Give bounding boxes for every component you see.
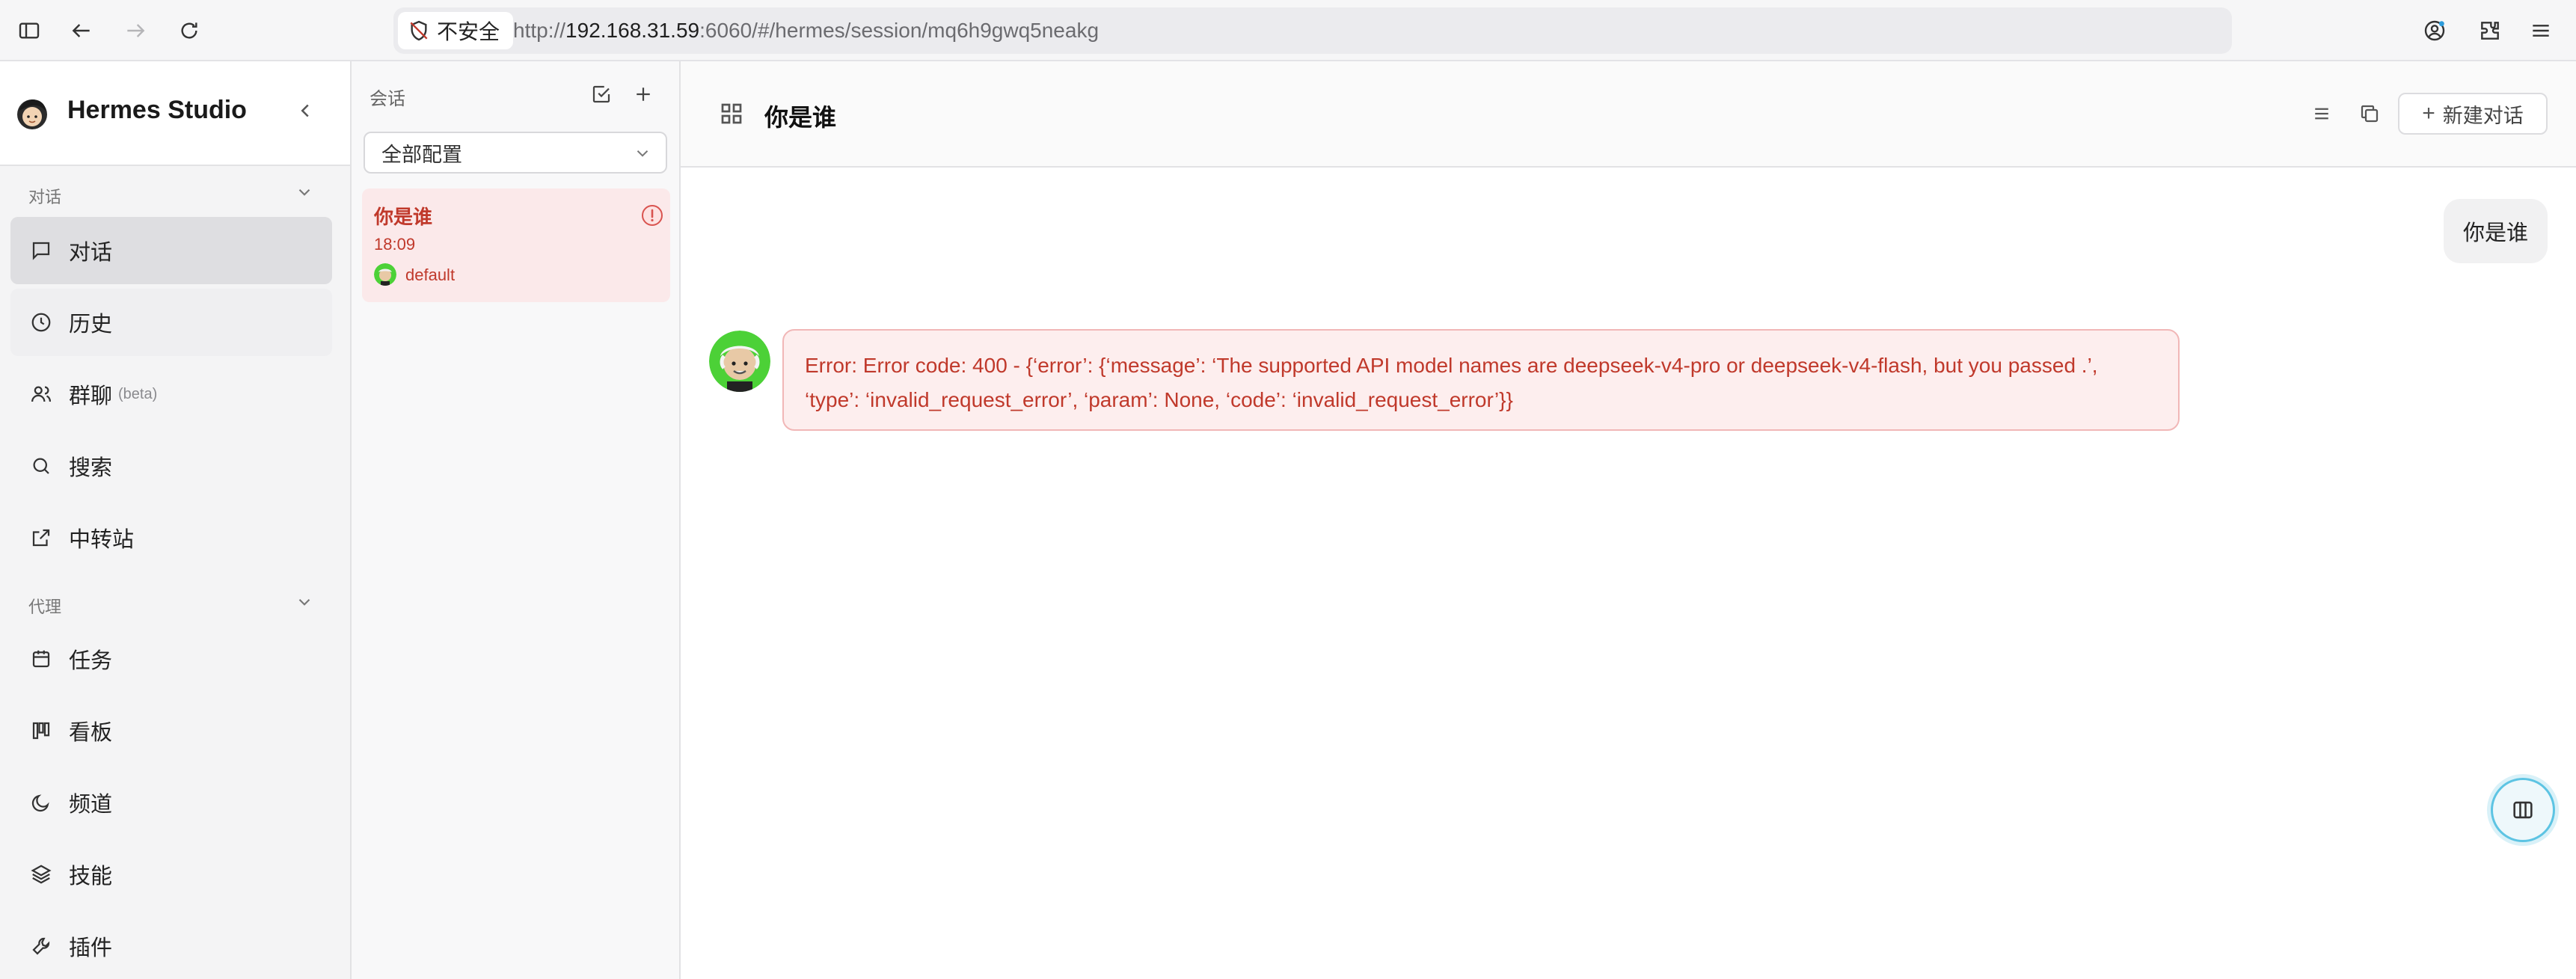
chevron-down-icon	[637, 150, 648, 157]
config-filter-select[interactable]: 全部配置	[364, 132, 667, 174]
sidebar-item-label: 群聊	[69, 384, 113, 408]
chevron-down-icon[interactable]	[295, 182, 314, 202]
chat-main: 你是谁 + 新建对话 你是谁 Error: Error code: 400 - …	[681, 61, 2576, 979]
check-square-icon	[592, 85, 610, 103]
sidebar-item-tasks[interactable]: 任务	[10, 625, 332, 693]
user-message-text: 你是谁	[2462, 221, 2528, 245]
sidebar-item-label: 频道	[69, 793, 113, 817]
back-icon[interactable]	[63, 12, 100, 49]
error-message-line: ‘type’: ‘invalid_request_error’, ‘param’…	[805, 388, 1513, 411]
security-label: 不安全	[437, 20, 500, 43]
kanban-icon	[32, 722, 50, 740]
grid-icon[interactable]	[718, 100, 745, 127]
sidebar-item-search[interactable]: 搜索	[10, 432, 332, 500]
batch-select-button[interactable]	[588, 81, 615, 108]
wrench-icon	[32, 937, 50, 955]
clock-icon	[31, 313, 51, 332]
new-chat-button[interactable]: + 新建对话	[2398, 93, 2548, 135]
sidebar-item-history[interactable]: 历史	[10, 289, 332, 356]
security-indicator[interactable]: 不安全	[398, 12, 514, 49]
sidebar-item-skills[interactable]: 技能	[10, 841, 332, 908]
extensions-icon[interactable]	[2471, 12, 2509, 49]
assistant-avatar	[709, 331, 770, 392]
plus-icon	[637, 88, 650, 101]
brand-header: Hermes Studio	[0, 61, 350, 166]
browser-toolbar: 不安全 http://192.168.31.59:6060/#/hermes/s…	[0, 0, 2576, 61]
search-icon	[33, 458, 49, 474]
copy-icon[interactable]	[2355, 99, 2385, 129]
list-icon[interactable]	[2307, 99, 2337, 129]
sidebar-item-group-chat[interactable]: 群聊 (beta)	[10, 360, 332, 428]
profile-avatar	[374, 263, 396, 286]
sidebar-item-relay[interactable]: 中转站	[10, 504, 332, 571]
sidebar-item-label: 搜索	[69, 456, 113, 480]
chevron-left-icon	[301, 104, 309, 117]
error-message-bubble: Error: Error code: 400 - {‘error’: {‘mes…	[782, 329, 2180, 431]
plus-icon: +	[2422, 101, 2435, 126]
config-filter-value: 全部配置	[381, 143, 462, 166]
layers-icon	[31, 865, 52, 884]
new-chat-label: 新建对话	[2442, 104, 2524, 127]
section-chat-heading: 对话	[28, 188, 62, 206]
address-bar[interactable]: 不安全 http://192.168.31.59:6060/#/hermes/s…	[393, 7, 2232, 54]
shield-off-icon	[410, 20, 428, 41]
account-icon[interactable]	[2416, 12, 2453, 49]
sidebar-item-label: 历史	[69, 313, 113, 337]
message-square-icon	[32, 242, 50, 260]
session-item-profile: default	[405, 266, 456, 284]
chat-header: 你是谁 + 新建对话	[681, 61, 2576, 168]
beta-tag: (beta)	[118, 385, 158, 402]
columns-icon	[2513, 801, 2533, 819]
calendar-icon	[32, 650, 50, 668]
app-sidebar: Hermes Studio 对话 对话 历史 群聊 (beta) 搜索 中转站 …	[0, 61, 352, 979]
error-alert-icon	[640, 203, 664, 227]
session-item[interactable]: 你是谁 18:09 default	[362, 188, 670, 302]
hermes-logo-icon	[13, 94, 51, 132]
sidebar-item-label: 对话	[69, 241, 113, 265]
sidebar-toggle-icon[interactable]	[10, 12, 48, 49]
reload-icon[interactable]	[171, 12, 208, 49]
chevron-down-icon[interactable]	[295, 592, 314, 612]
sidebar-item-label: 看板	[69, 721, 113, 745]
error-message-line: Error: Error code: 400 - {‘error’: {‘mes…	[805, 354, 2098, 377]
sidebar-item-plugins[interactable]: 插件	[10, 912, 332, 979]
sidebar-item-label: 中转站	[69, 528, 135, 552]
sidebar-item-channels[interactable]: 频道	[10, 769, 332, 836]
session-item-time: 18:09	[374, 235, 416, 254]
session-list-panel: 会话 全部配置 你是谁 18:09 default	[352, 61, 681, 979]
session-list-title: 会话	[369, 89, 405, 109]
collapse-sidebar-button[interactable]	[290, 96, 320, 126]
url-text[interactable]: http://192.168.31.59:6060/#/hermes/sessi…	[513, 7, 1099, 54]
menu-icon[interactable]	[2522, 12, 2560, 49]
sidebar-item-label: 技能	[69, 865, 113, 889]
forward-icon[interactable]	[117, 12, 154, 49]
user-message-bubble: 你是谁	[2443, 199, 2548, 263]
sidebar-item-label: 任务	[69, 649, 113, 673]
users-icon	[31, 386, 52, 402]
chat-title: 你是谁	[764, 104, 837, 131]
session-item-title: 你是谁	[374, 206, 433, 228]
sidebar-item-kanban[interactable]: 看板	[10, 697, 332, 764]
moon-icon	[31, 794, 49, 812]
new-session-button[interactable]	[630, 81, 657, 108]
section-agent-heading: 代理	[28, 598, 62, 616]
external-link-icon	[32, 529, 50, 547]
sidebar-item-chat[interactable]: 对话	[10, 217, 332, 284]
app-name: Hermes Studio	[67, 96, 247, 124]
sidebar-item-label: 插件	[69, 936, 113, 960]
toggle-panel-button[interactable]	[2491, 778, 2555, 842]
